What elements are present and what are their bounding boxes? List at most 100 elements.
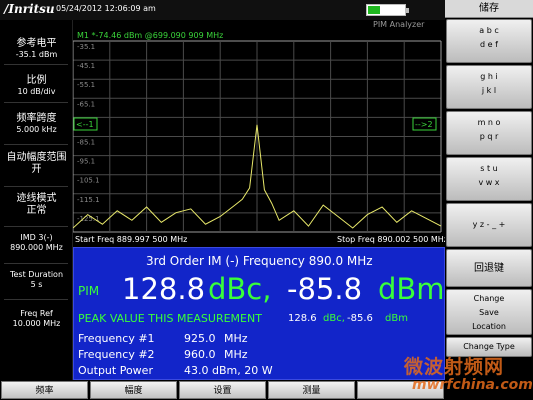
- param-label: 比例: [26, 75, 47, 86]
- softkey-mno-pqr[interactable]: m n o p q r: [446, 111, 532, 155]
- softkey-line: d e f: [480, 40, 498, 50]
- param-label: IMD 3(-): [20, 233, 53, 242]
- row-unit: MHz: [224, 348, 248, 361]
- marker-right-text: -->2: [415, 120, 433, 129]
- peak-dbm-value: -85.6: [347, 313, 373, 324]
- marker-right-indicator: -->2: [412, 117, 437, 131]
- row-value: 960.0: [184, 348, 216, 361]
- softkey-line: s t u: [480, 164, 498, 173]
- softkey-menu: 储存 a b c d e f g h i j k l m n o p q r s…: [445, 0, 533, 400]
- anritsu-logo: /Inritsu: [4, 2, 55, 16]
- row-label: Frequency #2: [78, 348, 155, 361]
- softkey-line: j k l: [481, 86, 497, 96]
- softkey-line: y z - _ +: [472, 220, 506, 229]
- softkey-abc-def[interactable]: a b c d e f: [446, 19, 532, 63]
- softkey-line: Change: [473, 294, 505, 303]
- y-axis-labels: -35.1-45.1-55.1-65.1-75.1-85.1-95.1-105.…: [77, 43, 100, 223]
- datetime-readout: 05/24/2012 12:06:09 am: [56, 4, 156, 13]
- tab-setup[interactable]: 设置: [179, 381, 266, 399]
- param-value: 10 dB/div: [17, 87, 56, 96]
- param-auto-range[interactable]: 自动幅度范围 开: [0, 152, 73, 176]
- param-label: Test Duration: [9, 270, 64, 279]
- status-bar: /Inritsu 05/24/2012 12:06:09 am: [0, 0, 445, 20]
- watermark: 微波射频网 mwrfchina.com: [394, 352, 533, 396]
- watermark-en: mwrfchina.com: [412, 377, 533, 393]
- softkey-ghi-jkl[interactable]: g h i j k l: [446, 65, 532, 109]
- param-label: 迹线模式: [16, 193, 57, 204]
- softkey-line: p q r: [479, 132, 499, 142]
- param-value: 正常: [26, 205, 47, 216]
- marker-left-text: <--1: [76, 120, 94, 129]
- softkey-line: g h i: [480, 72, 498, 81]
- param-label: 参考电平: [16, 38, 57, 49]
- softkey-yz-symbols[interactable]: y z - _ +: [446, 203, 532, 247]
- pim-dbc-value: 128.8: [122, 272, 206, 306]
- y-tick-label: -85.1: [77, 139, 95, 147]
- tab-measure[interactable]: 测量: [268, 381, 355, 399]
- y-tick-label: -65.1: [77, 100, 95, 108]
- parameter-panel: 参考电平 -35.1 dBm 比例 10 dB/div 频率跨度 5.000 k…: [0, 20, 73, 380]
- start-freq-label: Start Freq 889.997 500 MHz: [75, 235, 187, 244]
- peak-label: PEAK VALUE THIS MEASUREMENT: [78, 312, 262, 325]
- param-label: 自动幅度范围: [6, 152, 67, 163]
- param-label: Freq Ref: [20, 309, 53, 318]
- softkey-line: 回退键: [474, 263, 504, 274]
- param-scale[interactable]: 比例 10 dB/div: [0, 75, 73, 97]
- spectrum-display: PIM Analyzer M1 *-74.46 dBm @699.090 909…: [73, 20, 445, 247]
- param-label: 频率跨度: [16, 113, 57, 124]
- param-value: 890.000 MHz: [10, 242, 63, 252]
- chart-grid: [73, 40, 442, 233]
- y-tick-label: -95.1: [77, 158, 95, 166]
- softkey-line: m n o: [477, 118, 501, 127]
- param-ref-level[interactable]: 参考电平 -35.1 dBm: [0, 38, 73, 60]
- row-value: 43.0 dBm, 20 W: [184, 364, 273, 377]
- softkey-line: Change Type: [463, 342, 515, 351]
- mode-label: PIM Analyzer: [373, 20, 425, 29]
- softkey-line: v w x: [478, 178, 500, 188]
- marker-readout: M1 *-74.46 dBm @699.090 909 MHz: [77, 31, 223, 40]
- bottom-tab-bar: 频率 幅度 设置 测量: [0, 380, 445, 400]
- y-tick-label: -105.1: [77, 177, 100, 185]
- row-label: Frequency #1: [78, 332, 155, 345]
- softkey-stu-vwx[interactable]: s t u v w x: [446, 157, 532, 201]
- param-test-duration[interactable]: Test Duration 5 s: [0, 270, 73, 289]
- marker-left-indicator: <--1: [73, 117, 98, 131]
- pim-dbm-value: -85.8: [287, 272, 363, 306]
- tab-frequency[interactable]: 频率: [1, 381, 88, 399]
- pim-dbm-unit: dBm: [378, 272, 445, 306]
- measurement-title: 3rd Order IM (-) Frequency 890.0 MHz: [146, 254, 373, 268]
- watermark-cn: 微波射频网: [404, 356, 505, 378]
- row-value: 925.0: [184, 332, 216, 345]
- param-value: 5.000 kHz: [16, 125, 57, 134]
- softkey-backspace[interactable]: 回退键: [446, 249, 532, 287]
- param-value: 10.000 MHz: [12, 318, 61, 328]
- softkey-line: Location: [472, 322, 506, 331]
- row-unit: MHz: [224, 332, 248, 345]
- softkey-change-save-location[interactable]: Change Save Location: [446, 289, 532, 335]
- y-tick-label: -115.1: [77, 196, 100, 204]
- measurement-panel: 3rd Order IM (-) Frequency 890.0 MHz PIM…: [73, 247, 445, 380]
- peak-dbc-value: 128.6: [288, 313, 317, 324]
- param-value: 开: [31, 164, 42, 175]
- y-tick-label: -45.1: [77, 62, 95, 70]
- param-value: -35.1 dBm: [15, 50, 58, 59]
- softkey-line: Save: [479, 308, 499, 317]
- peak-dbc-unit: dBc,: [323, 313, 345, 324]
- stop-freq-label: Stop Freq 890.002 500 MHz: [337, 235, 445, 244]
- y-tick-label: -35.1: [77, 43, 95, 51]
- param-span[interactable]: 频率跨度 5.000 kHz: [0, 113, 73, 135]
- param-imd[interactable]: IMD 3(-) 890.000 MHz: [0, 233, 73, 252]
- pim-dbc-unit: dBc,: [208, 272, 272, 306]
- param-freq-ref[interactable]: Freq Ref 10.000 MHz: [0, 309, 73, 328]
- menu-title: 储存: [445, 0, 533, 18]
- param-value: 5 s: [30, 279, 43, 289]
- spectrum-chart: PIM Analyzer M1 *-74.46 dBm @699.090 909…: [73, 20, 445, 244]
- softkey-line: a b c: [479, 26, 499, 35]
- row-label: Output Power: [78, 364, 153, 377]
- peak-dbm-unit: dBm: [385, 313, 408, 324]
- battery-icon: [366, 4, 409, 16]
- y-tick-label: -55.1: [77, 81, 95, 89]
- pim-label: PIM: [78, 284, 100, 298]
- param-trace-mode[interactable]: 迹线模式 正常: [0, 193, 73, 217]
- tab-amplitude[interactable]: 幅度: [90, 381, 177, 399]
